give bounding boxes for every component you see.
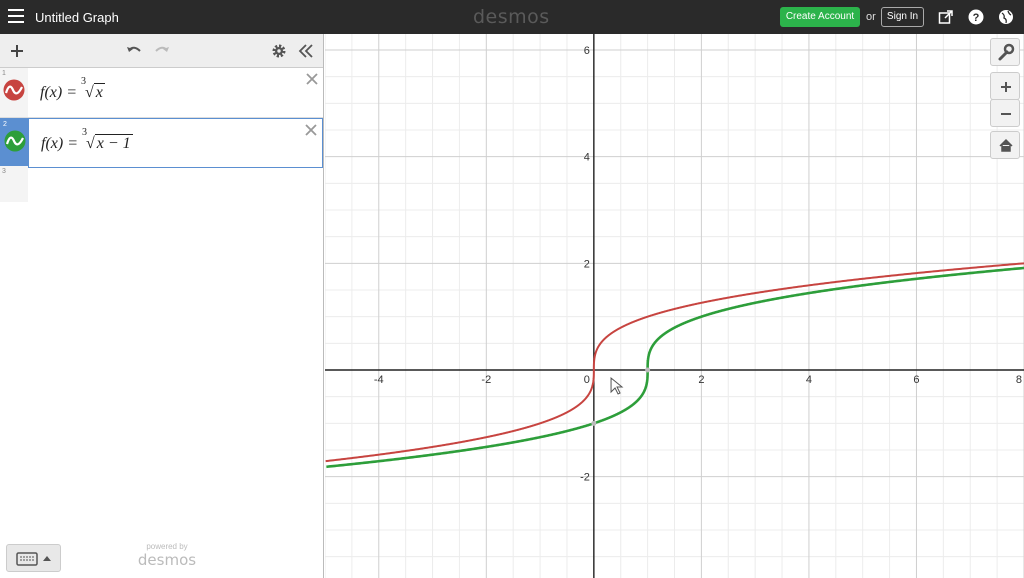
- x-tick-label: 0: [584, 374, 590, 386]
- zoom-out-button[interactable]: [990, 99, 1020, 127]
- top-bar: Untitled Graph desmos Create Account or …: [0, 0, 1024, 34]
- y-tick-label: 6: [584, 45, 590, 57]
- expression-panel: 1 f(x) = 3 √ x 2 f(x) = 3 √ x − 1 3 powe…: [0, 34, 324, 578]
- x-tick-label: 4: [806, 374, 812, 386]
- expression-formula[interactable]: f(x) = 3 √ x: [40, 76, 105, 102]
- expression-prefix: f(x) =: [40, 84, 81, 101]
- graph-title[interactable]: Untitled Graph: [35, 10, 119, 25]
- x-tick-label: 2: [698, 374, 704, 386]
- desmos-logo: desmos: [473, 6, 550, 28]
- wrench-icon: [998, 43, 1015, 61]
- add-icon[interactable]: [8, 42, 26, 60]
- zoom-in-icon: [1001, 82, 1011, 92]
- x-tick-label: 6: [913, 374, 919, 386]
- x-tick-label: -4: [374, 374, 384, 386]
- expression-tab[interactable]: 1: [0, 68, 28, 117]
- powered-by-text: powered by: [146, 542, 188, 551]
- expression-row-2[interactable]: 2 f(x) = 3 √ x − 1: [0, 118, 323, 168]
- graph-color-icon[interactable]: [3, 79, 25, 101]
- x-tick-label: -2: [481, 374, 491, 386]
- root-index: 3: [82, 127, 87, 138]
- keyboard-toggle-button[interactable]: [6, 544, 61, 572]
- y-intercept-point: [591, 420, 597, 426]
- redo-icon[interactable]: [153, 42, 171, 60]
- y-tick-label: -2: [580, 472, 590, 484]
- root-index: 3: [81, 76, 86, 87]
- graph-color-icon[interactable]: [4, 130, 26, 152]
- expression-number: 2: [3, 121, 7, 128]
- keyboard-icon: [16, 552, 51, 566]
- or-text: or: [866, 11, 876, 23]
- x-tick-label: 8: [1016, 374, 1022, 386]
- expression-tab[interactable]: 2: [1, 119, 29, 167]
- close-icon[interactable]: [305, 72, 319, 86]
- expression-formula[interactable]: f(x) = 3 √ x − 1: [41, 127, 133, 153]
- sign-in-button[interactable]: Sign In: [881, 7, 924, 27]
- svg-text:?: ?: [973, 12, 980, 24]
- powered-by-brand: desmos: [137, 551, 197, 569]
- globe-icon[interactable]: [998, 9, 1014, 25]
- collapse-icon[interactable]: [297, 42, 315, 60]
- powered-by-logo: powered by desmos: [132, 542, 202, 569]
- y-tick-label: 2: [584, 258, 590, 270]
- graph-settings-button[interactable]: [990, 38, 1020, 66]
- cube-root: 3 √ x − 1: [82, 127, 133, 152]
- expression-row-1[interactable]: 1 f(x) = 3 √ x: [0, 68, 323, 118]
- default-viewport-button[interactable]: [990, 131, 1020, 159]
- undo-icon[interactable]: [125, 42, 143, 60]
- series-line-2: [326, 266, 1024, 469]
- create-account-button[interactable]: Create Account: [780, 7, 860, 27]
- radicand: x: [93, 83, 105, 101]
- expression-panel-header: [0, 34, 323, 68]
- home-icon: [999, 138, 1013, 152]
- y-tick-label: 4: [584, 152, 590, 164]
- radicand: x − 1: [94, 134, 133, 152]
- expression-prefix: f(x) =: [41, 135, 82, 152]
- close-icon[interactable]: [304, 123, 318, 137]
- settings-icon[interactable]: [270, 42, 288, 60]
- help-icon[interactable]: ?: [968, 9, 984, 25]
- expression-row-empty[interactable]: 3: [0, 166, 28, 202]
- expression-number: 1: [2, 70, 6, 77]
- expression-number: 3: [2, 168, 6, 175]
- menu-icon[interactable]: [8, 9, 24, 23]
- graph-canvas[interactable]: -4 -2 0 2 4 6 8 -2 2 4 6: [325, 34, 1024, 578]
- cube-root: 3 √ x: [81, 76, 105, 101]
- graph-paper[interactable]: -4 -2 0 2 4 6 8 -2 2 4 6: [325, 34, 1024, 578]
- share-icon[interactable]: [938, 9, 954, 25]
- x-intercept-point: [645, 367, 651, 373]
- zoom-in-button[interactable]: [990, 72, 1020, 100]
- zoom-out-icon: [1001, 113, 1011, 115]
